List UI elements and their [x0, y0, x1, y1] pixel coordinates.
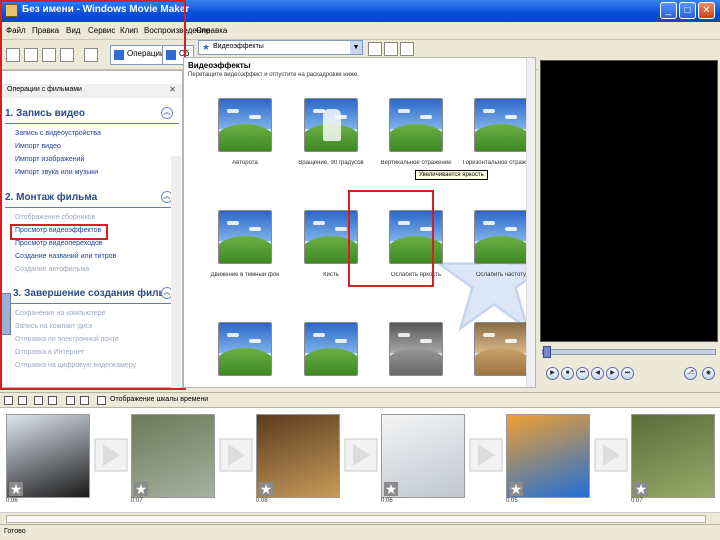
chevron-down-icon[interactable]: ▼	[350, 41, 362, 54]
transition-slot-icon[interactable]	[219, 438, 253, 472]
new-folder-icon[interactable]	[384, 42, 398, 56]
storyboard-clip[interactable]: ★	[631, 414, 715, 498]
video-effect-thumbnail[interactable]	[389, 98, 443, 152]
zoom-out-icon[interactable]	[48, 396, 57, 405]
transition-slot-icon[interactable]	[594, 438, 628, 472]
video-effect-label: Вертикальное отражение	[380, 160, 452, 166]
storyboard-scroll-thumb[interactable]	[6, 515, 706, 523]
play-storyboard-icon[interactable]	[80, 396, 89, 405]
effects-star-icon: ★	[202, 42, 211, 52]
collection-title: Видеоэффекты	[188, 61, 251, 70]
preview-screen	[540, 60, 718, 342]
status-text: Готово	[4, 528, 26, 535]
rewind-icon[interactable]: ◀	[591, 367, 604, 380]
transition-slot-icon[interactable]	[469, 438, 503, 472]
video-effect-thumbnail[interactable]	[218, 322, 272, 376]
effect-star-icon[interactable]: ★	[259, 482, 273, 496]
storyboard-scrollbar[interactable]	[0, 512, 720, 524]
clip-duration: 0:06	[6, 498, 18, 504]
rewind-storyboard-icon[interactable]	[66, 396, 75, 405]
clip-duration: 0:06	[381, 498, 393, 504]
video-effect-label: Ослабить частоту	[476, 272, 526, 278]
video-effect-thumbnail[interactable]	[474, 210, 528, 264]
video-effect-thumbnail[interactable]	[474, 322, 528, 376]
maximize-button[interactable]: □	[679, 2, 696, 19]
previous-frame-icon[interactable]: ⏮	[576, 367, 589, 380]
effect-star-icon[interactable]: ★	[384, 482, 398, 496]
storyboard: ★ 0:06 ★ 0:07 ★ 0:08 ★ 0:06 ★ 0:05 ★ 0:07	[0, 408, 720, 512]
storyboard-toolbar: Отображение шкалы времени	[0, 392, 720, 408]
storyboard-clip[interactable]: ★	[256, 414, 340, 498]
video-effect-thumbnail[interactable]	[389, 322, 443, 376]
transition-slot-icon[interactable]	[94, 438, 128, 472]
clip-duration: 0:07	[631, 498, 643, 504]
video-effect-thumbnail[interactable]	[218, 98, 272, 152]
storyboard-clip[interactable]: ★	[131, 414, 215, 498]
play-icon[interactable]: ▶	[546, 367, 559, 380]
effect-tooltip: Увеличивается яркость	[415, 170, 488, 180]
take-picture-icon[interactable]: ◉	[702, 367, 715, 380]
clip-duration: 0:07	[131, 498, 143, 504]
collections-dropdown[interactable]: ★ Видеоэффекты ▼	[198, 40, 363, 55]
view-options-icon[interactable]	[400, 42, 414, 56]
collection-scrollbar[interactable]	[526, 58, 535, 387]
storyboard-clip[interactable]: ★	[381, 414, 465, 498]
timeline-toggle-icon[interactable]	[97, 396, 106, 405]
next-frame-icon[interactable]: ⏭	[621, 367, 634, 380]
clip-duration: 0:08	[256, 498, 268, 504]
status-bar: Готово	[0, 524, 720, 540]
collections-dropdown-value: Видеоэффекты	[213, 43, 264, 50]
narrate-icon[interactable]	[18, 396, 27, 405]
split-clip-icon[interactable]: ⎇	[684, 367, 697, 380]
clip-duration: 0:05	[506, 498, 518, 504]
highlight-tasks-pane	[0, 0, 186, 390]
video-effect-label: Авторота	[232, 160, 258, 166]
show-timeline-label[interactable]: Отображение шкалы времени	[110, 396, 208, 403]
effect-star-icon[interactable]: ★	[509, 482, 523, 496]
effect-star-icon[interactable]: ★	[9, 482, 23, 496]
collection-description: Перетащите видеоэффект и отпустите на ра…	[188, 72, 359, 78]
highlight-selected-effect	[348, 190, 434, 287]
video-effect-thumbnail[interactable]	[304, 322, 358, 376]
highlight-view-effects-link	[10, 224, 108, 240]
transition-slot-icon[interactable]	[344, 438, 378, 472]
video-effect-label: Вращение, 90 градусов	[298, 160, 364, 166]
seek-bar[interactable]	[542, 346, 716, 358]
video-effect-thumbnail[interactable]	[304, 98, 358, 152]
video-effect-thumbnail[interactable]	[218, 210, 272, 264]
menu-help[interactable]: Справка	[196, 26, 227, 35]
preview-monitor: ▶ ■ ⏮ ◀ ▶ ⏭ ⎇ ◉	[538, 57, 720, 388]
storyboard-clip[interactable]: ★	[506, 414, 590, 498]
storyboard-clip[interactable]: ★	[6, 414, 90, 498]
minimize-button[interactable]: _	[660, 2, 677, 19]
seek-handle[interactable]	[543, 346, 551, 358]
close-button[interactable]: ✕	[698, 2, 715, 19]
forward-icon[interactable]: ▶	[606, 367, 619, 380]
effect-star-icon[interactable]: ★	[134, 482, 148, 496]
storyboard-view-icon[interactable]	[4, 396, 13, 405]
stop-icon[interactable]: ■	[561, 367, 574, 380]
up-level-icon[interactable]	[368, 42, 382, 56]
zoom-in-icon[interactable]	[34, 396, 43, 405]
video-effect-label: Горизонтальное отражение	[462, 160, 536, 166]
video-effect-thumbnail[interactable]	[474, 98, 528, 152]
video-effect-label: Движение в темный фон	[210, 272, 280, 278]
effect-star-icon[interactable]: ★	[634, 482, 648, 496]
